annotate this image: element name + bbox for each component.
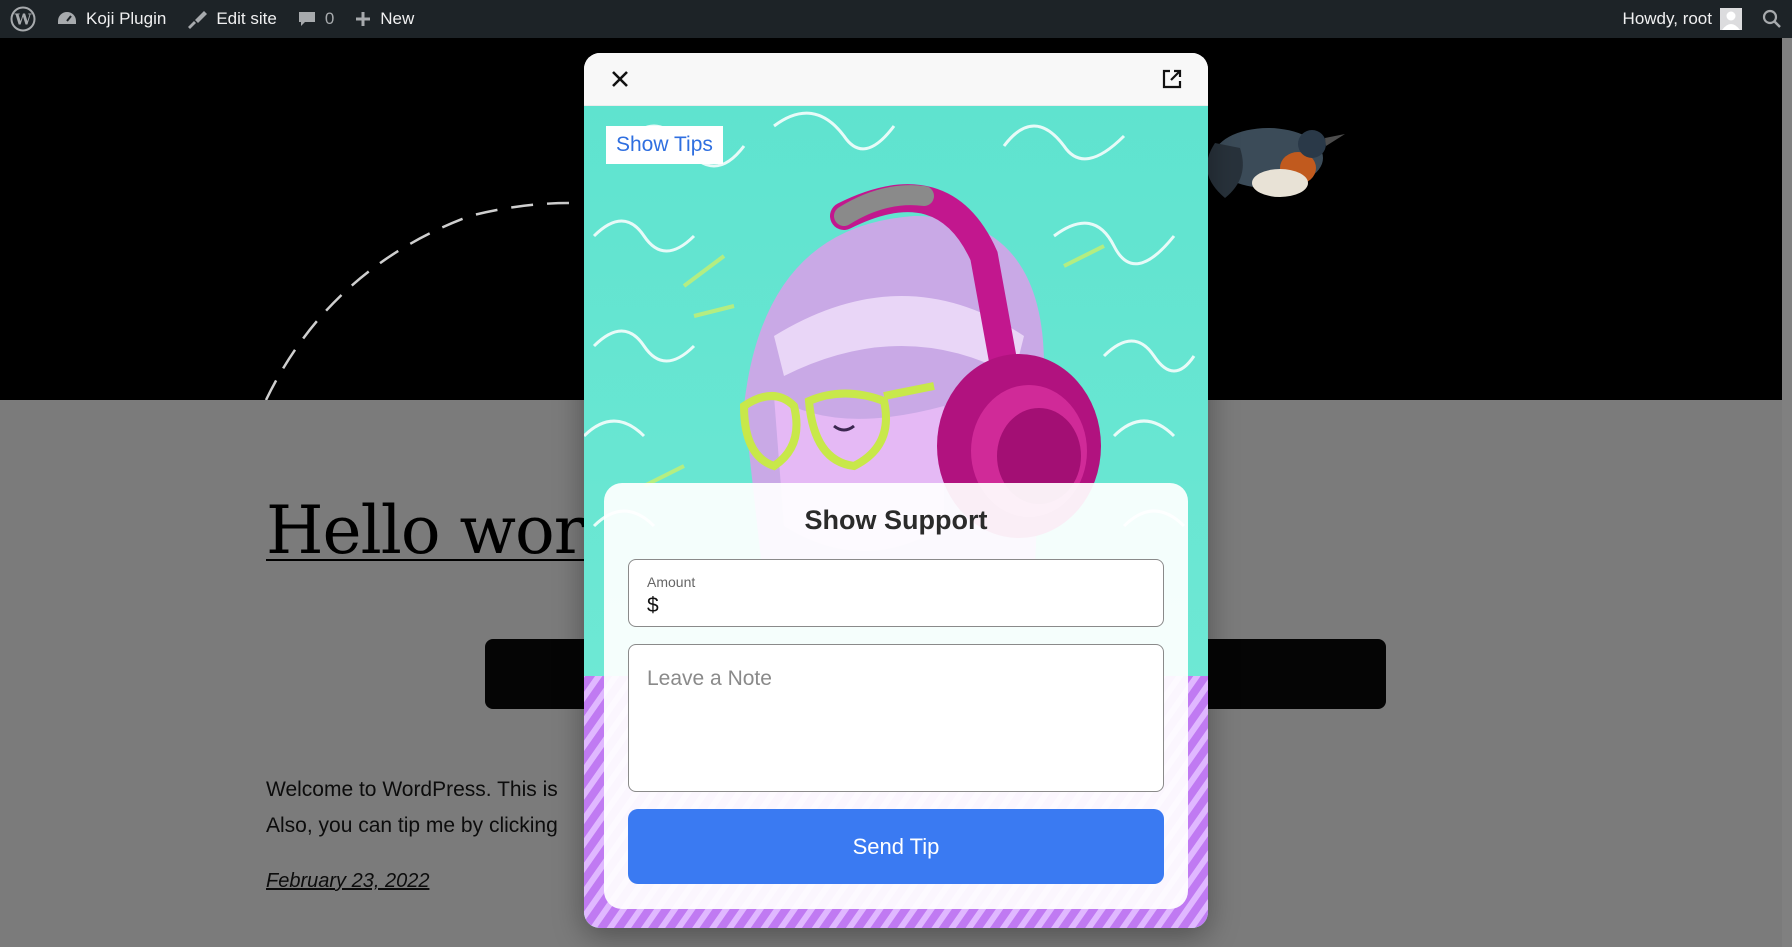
user-avatar-icon — [1720, 8, 1742, 30]
plus-icon — [356, 12, 371, 26]
brush-icon — [188, 11, 208, 29]
bird-illustration — [1207, 128, 1345, 198]
wordpress-logo-icon: W — [10, 6, 36, 32]
support-card: Show Support Amount $ Send Tip — [604, 483, 1188, 909]
comment-bubble-icon — [298, 12, 315, 26]
close-icon — [612, 71, 628, 87]
close-button[interactable] — [604, 63, 636, 95]
howdy-label: Howdy, root — [1622, 9, 1712, 28]
edit-site-menu[interactable]: Edit site — [176, 0, 286, 38]
post-body-line: Welcome to WordPress. This is — [266, 778, 558, 801]
svg-text:W: W — [14, 11, 33, 29]
note-textarea[interactable] — [628, 644, 1164, 792]
page-scrollbar[interactable] — [1782, 38, 1792, 947]
new-label: New — [380, 9, 415, 28]
amount-input[interactable] — [665, 592, 1145, 620]
post-date[interactable]: February 23, 2022 — [266, 870, 429, 893]
send-tip-button[interactable]: Send Tip — [628, 809, 1164, 884]
currency-prefix: $ — [647, 594, 659, 617]
dashboard-icon — [58, 12, 76, 24]
new-content-menu[interactable]: New — [344, 0, 424, 38]
post-body-line: Also, you can tip me by clicking — [266, 814, 558, 837]
my-account-menu[interactable]: Howdy, root — [1613, 0, 1752, 38]
amount-field[interactable]: Amount $ — [628, 559, 1164, 627]
edit-site-label: Edit site — [216, 9, 277, 28]
show-tips-button[interactable]: Show Tips — [606, 126, 723, 164]
search-toggle[interactable] — [1752, 0, 1792, 38]
comments-menu[interactable]: 0 — [287, 0, 344, 38]
admin-bar: W Koji Plugin Edit site 0 New Howdy, roo… — [0, 0, 1792, 38]
amount-label: Amount — [647, 574, 696, 590]
external-link-icon — [1162, 69, 1182, 89]
site-name-menu[interactable]: Koji Plugin — [46, 0, 176, 38]
search-icon — [1762, 9, 1781, 28]
wordpress-menu[interactable]: W — [0, 0, 46, 38]
tip-modal: Show Tips Show Support Amount $ Send Tip — [584, 53, 1208, 928]
comments-count: 0 — [324, 9, 335, 28]
card-title: Show Support — [804, 505, 988, 535]
open-external-button[interactable] — [1156, 63, 1188, 95]
site-name-label: Koji Plugin — [86, 9, 167, 28]
modal-header — [584, 53, 1208, 106]
